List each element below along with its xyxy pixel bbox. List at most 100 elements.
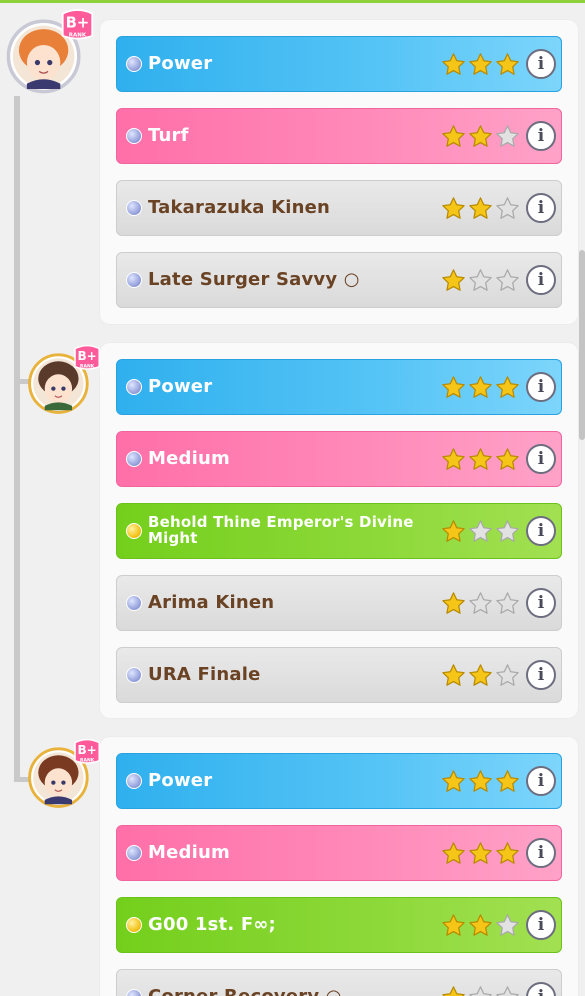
star-empty-icon [496,519,519,542]
star-empty-icon [469,519,492,542]
star-empty-icon [496,124,519,147]
factor-name: Medium [148,842,230,863]
parent-avatar-2[interactable]: B+ RANK [26,344,100,416]
factor-row[interactable]: Arima Kinen i [116,575,562,631]
factor-row[interactable]: Medium i [116,825,562,881]
factor-row[interactable]: Corner Recovery ○ i [116,969,562,996]
silver-orb-icon [126,845,142,861]
rank-badge: B+RANK [74,738,100,764]
star-filled-icon [442,591,465,614]
star-filled-icon [496,841,519,864]
info-button[interactable]: i [526,516,556,546]
info-button[interactable]: i [526,444,556,474]
rank-badge: B+ RANK [61,9,94,40]
star-filled-icon [442,375,465,398]
silver-orb-icon [126,989,142,996]
factor-row[interactable]: URA Finale i [116,647,562,703]
scrollbar[interactable] [579,250,585,440]
tree-connector-vertical [14,96,20,782]
silver-orb-icon [126,451,142,467]
star-empty-icon [469,985,492,996]
rank-sub-label: RANK [80,758,95,764]
star-filled-icon [469,52,492,75]
star-filled-icon [496,447,519,470]
silver-orb-icon [126,379,142,395]
silver-orb-icon [126,200,142,216]
factor-row[interactable]: Power i [116,753,562,809]
factor-row[interactable]: Takarazuka Kinen i [116,180,562,236]
factor-name: Power [148,376,213,397]
star-rating [441,841,520,866]
info-button[interactable]: i [526,588,556,618]
star-empty-icon [496,913,519,936]
star-filled-icon [442,447,465,470]
parent-avatar-3[interactable]: B+ RANK [26,738,100,810]
star-filled-icon [442,124,465,147]
factor-name: Late Surger Savvy ○ [148,269,360,290]
factor-row[interactable]: Power i [116,359,562,415]
factor-row[interactable]: Turf i [116,108,562,164]
factor-name: Arima Kinen [148,592,275,613]
rank-label: B+ [66,14,90,31]
star-filled-icon [442,196,465,219]
parent-avatar-1[interactable]: B+ RANK [4,8,94,96]
star-rating [441,519,520,544]
factor-row[interactable]: G00 1st. F∞; i [116,897,562,953]
star-filled-icon [442,841,465,864]
silver-orb-icon [126,595,142,611]
star-filled-icon [469,375,492,398]
star-filled-icon [496,52,519,75]
silver-orb-icon [126,56,142,72]
star-rating [441,985,520,996]
info-button[interactable]: i [526,372,556,402]
gold-orb-icon [126,523,142,539]
factor-name: Takarazuka Kinen [148,197,331,218]
star-rating [441,196,520,221]
silver-orb-icon [126,667,142,683]
top-accent-bar [0,0,585,3]
star-rating [441,447,520,472]
factor-name: Medium [148,448,230,469]
rank-sub-label: RANK [69,33,87,39]
star-empty-icon [496,268,519,291]
info-button[interactable]: i [526,193,556,223]
star-empty-icon [496,591,519,614]
star-empty-icon [469,268,492,291]
gold-orb-icon [126,917,142,933]
factor-row[interactable]: Late Surger Savvy ○ i [116,252,562,308]
star-rating [441,268,520,293]
star-empty-icon [496,663,519,686]
star-filled-icon [469,769,492,792]
star-filled-icon [442,985,465,996]
silver-orb-icon [126,272,142,288]
star-rating [441,52,520,77]
star-rating [441,913,520,938]
star-rating [441,124,520,149]
info-button[interactable]: i [526,121,556,151]
factor-row[interactable]: Power i [116,36,562,92]
rank-sub-label: RANK [80,364,95,370]
silver-orb-icon [126,773,142,789]
star-filled-icon [469,841,492,864]
factor-row[interactable]: Medium i [116,431,562,487]
info-button[interactable]: i [526,49,556,79]
rank-badge: B+RANK [74,344,100,370]
silver-orb-icon [126,128,142,144]
parent-card-3: PoweriMediumiG00 1st. F∞;iCorner Recover… [100,737,578,996]
star-filled-icon [442,519,465,542]
info-button[interactable]: i [526,982,556,996]
star-filled-icon [442,663,465,686]
star-filled-icon [469,196,492,219]
factor-row[interactable]: Behold Thine Emperor's Divine Might i [116,503,562,559]
info-button[interactable]: i [526,766,556,796]
info-button[interactable]: i [526,265,556,295]
star-filled-icon [469,447,492,470]
info-button[interactable]: i [526,910,556,940]
rank-label: B+ [77,743,96,757]
info-button[interactable]: i [526,838,556,868]
factor-name: Power [148,770,213,791]
factor-name: Power [148,53,213,74]
parent-card-1: Power i Turf i Takarazuka Kinen i Late Surger … [100,20,578,324]
rank-label: B+ [77,349,96,363]
info-button[interactable]: i [526,660,556,690]
